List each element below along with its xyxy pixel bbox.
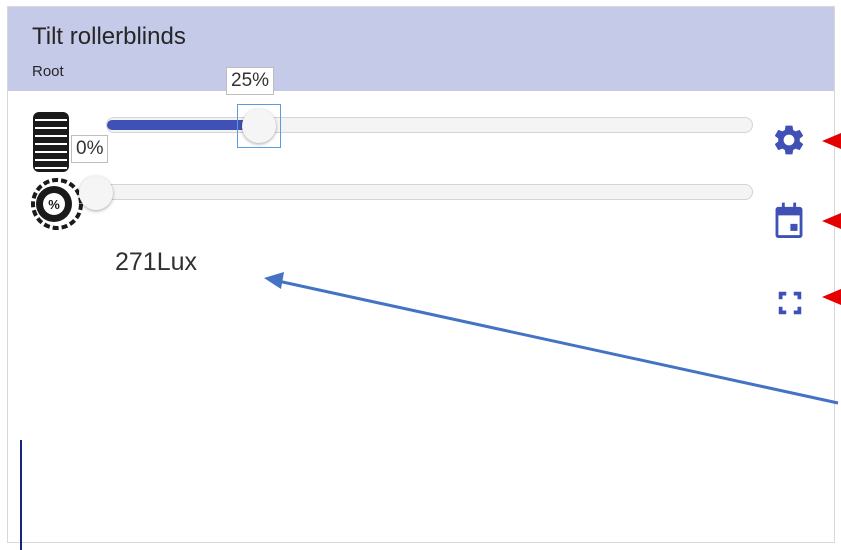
card-header: Tilt rollerblinds Root <box>8 7 834 91</box>
fullscreen-icon[interactable] <box>775 288 805 318</box>
card-subtitle: Root <box>32 63 64 80</box>
tilt-value-tip: 0% <box>71 135 109 163</box>
tilt-slider-thumb[interactable] <box>79 176 113 210</box>
tilt-slider[interactable] <box>80 184 753 200</box>
position-slider-focus <box>237 104 281 148</box>
text-cursor <box>20 440 22 550</box>
card-title: Tilt rollerblinds <box>32 23 186 50</box>
blinds-icon <box>31 110 71 174</box>
lux-reading: 271Lux <box>115 248 198 276</box>
calendar-icon[interactable] <box>772 201 806 241</box>
position-slider-fill <box>107 120 257 130</box>
svg-text:%: % <box>48 197 60 212</box>
tilt-percent-icon: % <box>30 177 84 231</box>
position-value-tip: 25% <box>226 67 275 95</box>
position-slider[interactable] <box>106 117 753 133</box>
device-card: Tilt rollerblinds Root 25% % 0% 271Lux <box>7 6 835 550</box>
gear-icon[interactable] <box>771 122 807 158</box>
